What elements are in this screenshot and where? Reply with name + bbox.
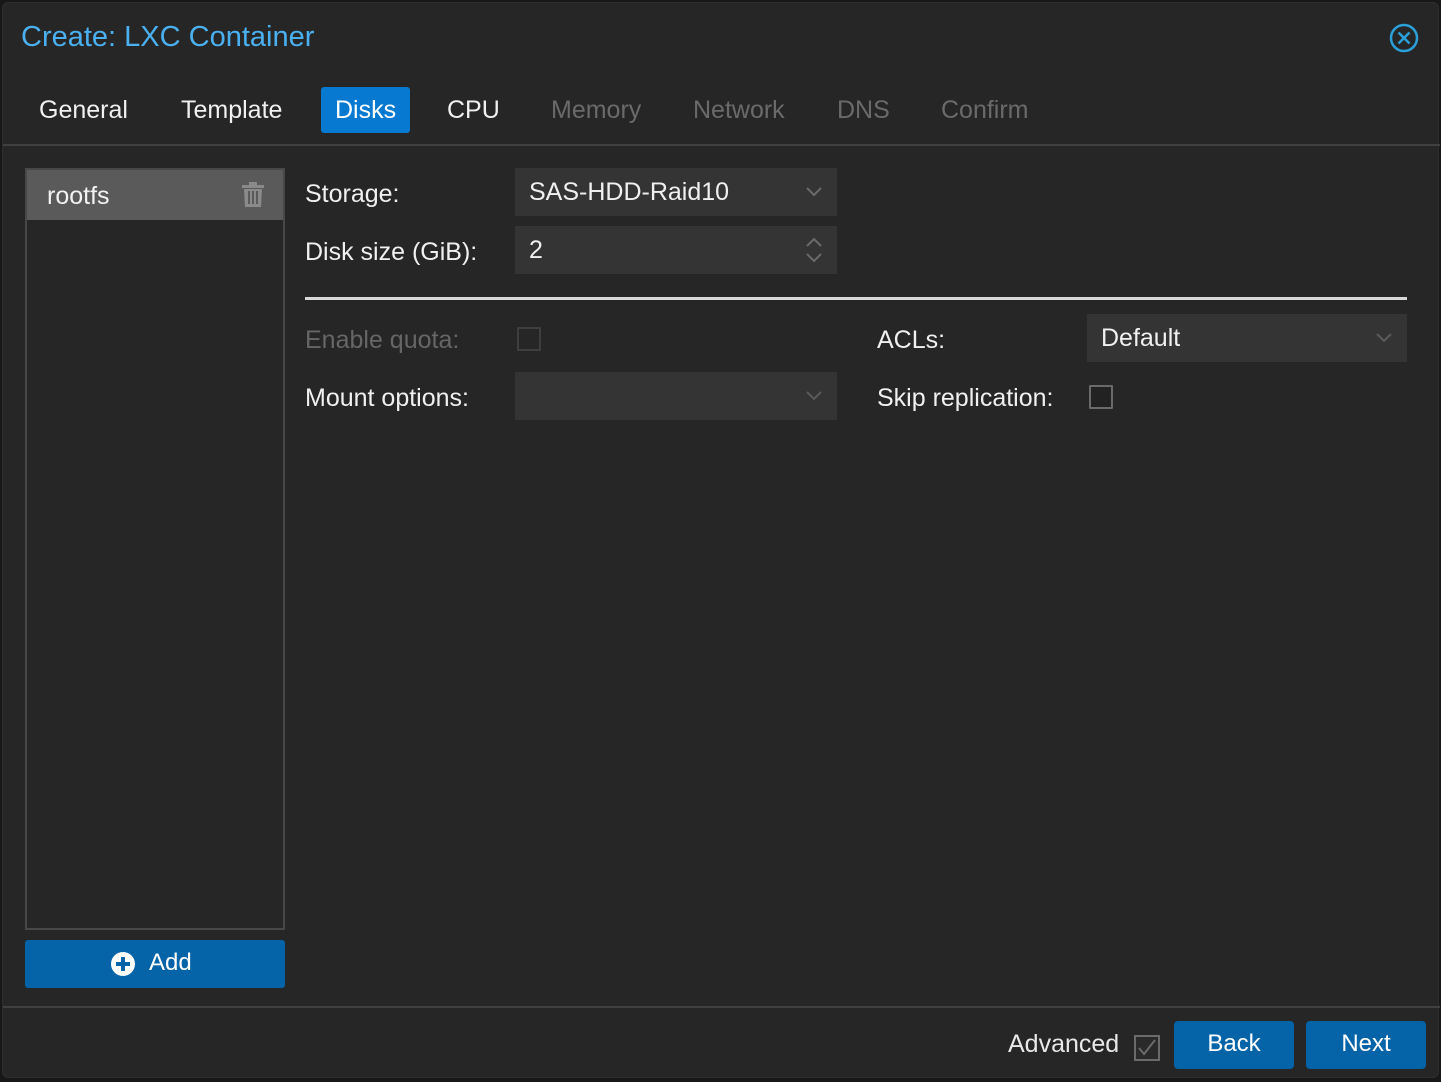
disk-item-label: rootfs — [47, 182, 110, 210]
enable-quota-label: Enable quota: — [305, 326, 460, 354]
disks-panel: rootfs Add Storage: SAS-HDD-Raid10 Disk … — [3, 144, 1440, 1008]
mount-options-label: Mount options: — [305, 384, 469, 412]
separator — [305, 297, 1407, 300]
tab-network: Network — [693, 96, 785, 124]
skip-replication-label: Skip replication: — [877, 384, 1054, 412]
disk-size-value: 2 — [529, 236, 543, 264]
disk-list: rootfs — [25, 168, 285, 930]
storage-select[interactable]: SAS-HDD-Raid10 — [515, 168, 837, 216]
back-button[interactable]: Back — [1174, 1021, 1294, 1069]
enable-quota-checkbox — [517, 327, 541, 351]
add-disk-button[interactable]: Add — [25, 940, 285, 988]
tab-cpu[interactable]: CPU — [433, 87, 514, 133]
plus-circle-icon — [111, 952, 135, 976]
disk-size-label: Disk size (GiB): — [305, 238, 478, 266]
advanced-label: Advanced — [1008, 1030, 1120, 1058]
trash-icon[interactable] — [241, 182, 265, 208]
storage-label: Storage: — [305, 180, 400, 208]
tab-dns: DNS — [837, 96, 890, 124]
tab-memory: Memory — [551, 96, 642, 124]
tab-confirm: Confirm — [941, 96, 1029, 124]
acls-select[interactable]: Default — [1087, 314, 1407, 362]
advanced-checkbox[interactable] — [1134, 1035, 1160, 1061]
acls-value: Default — [1101, 324, 1181, 352]
skip-replication-checkbox[interactable] — [1089, 385, 1113, 409]
storage-value: SAS-HDD-Raid10 — [529, 178, 730, 206]
create-lxc-dialog: Create: LXC Container General Template D… — [2, 2, 1440, 1078]
tab-template[interactable]: Template — [167, 87, 296, 133]
chevron-down-icon — [806, 391, 822, 401]
dialog-title: Create: LXC Container — [21, 21, 315, 53]
close-icon[interactable] — [1389, 23, 1419, 53]
tab-disks[interactable]: Disks — [321, 87, 411, 133]
tab-general[interactable]: General — [25, 87, 142, 133]
next-button[interactable]: Next — [1306, 1021, 1426, 1069]
mount-options-select[interactable] — [515, 372, 837, 420]
disk-size-input[interactable]: 2 — [515, 226, 837, 274]
dialog-footer: Advanced Back Next — [3, 1008, 1440, 1078]
spinner-icon[interactable] — [805, 234, 823, 266]
chevron-down-icon — [806, 187, 822, 197]
disk-item-rootfs[interactable]: rootfs — [27, 170, 283, 220]
chevron-down-icon — [1376, 333, 1392, 343]
add-label: Add — [149, 949, 192, 976]
acls-label: ACLs: — [877, 326, 946, 354]
